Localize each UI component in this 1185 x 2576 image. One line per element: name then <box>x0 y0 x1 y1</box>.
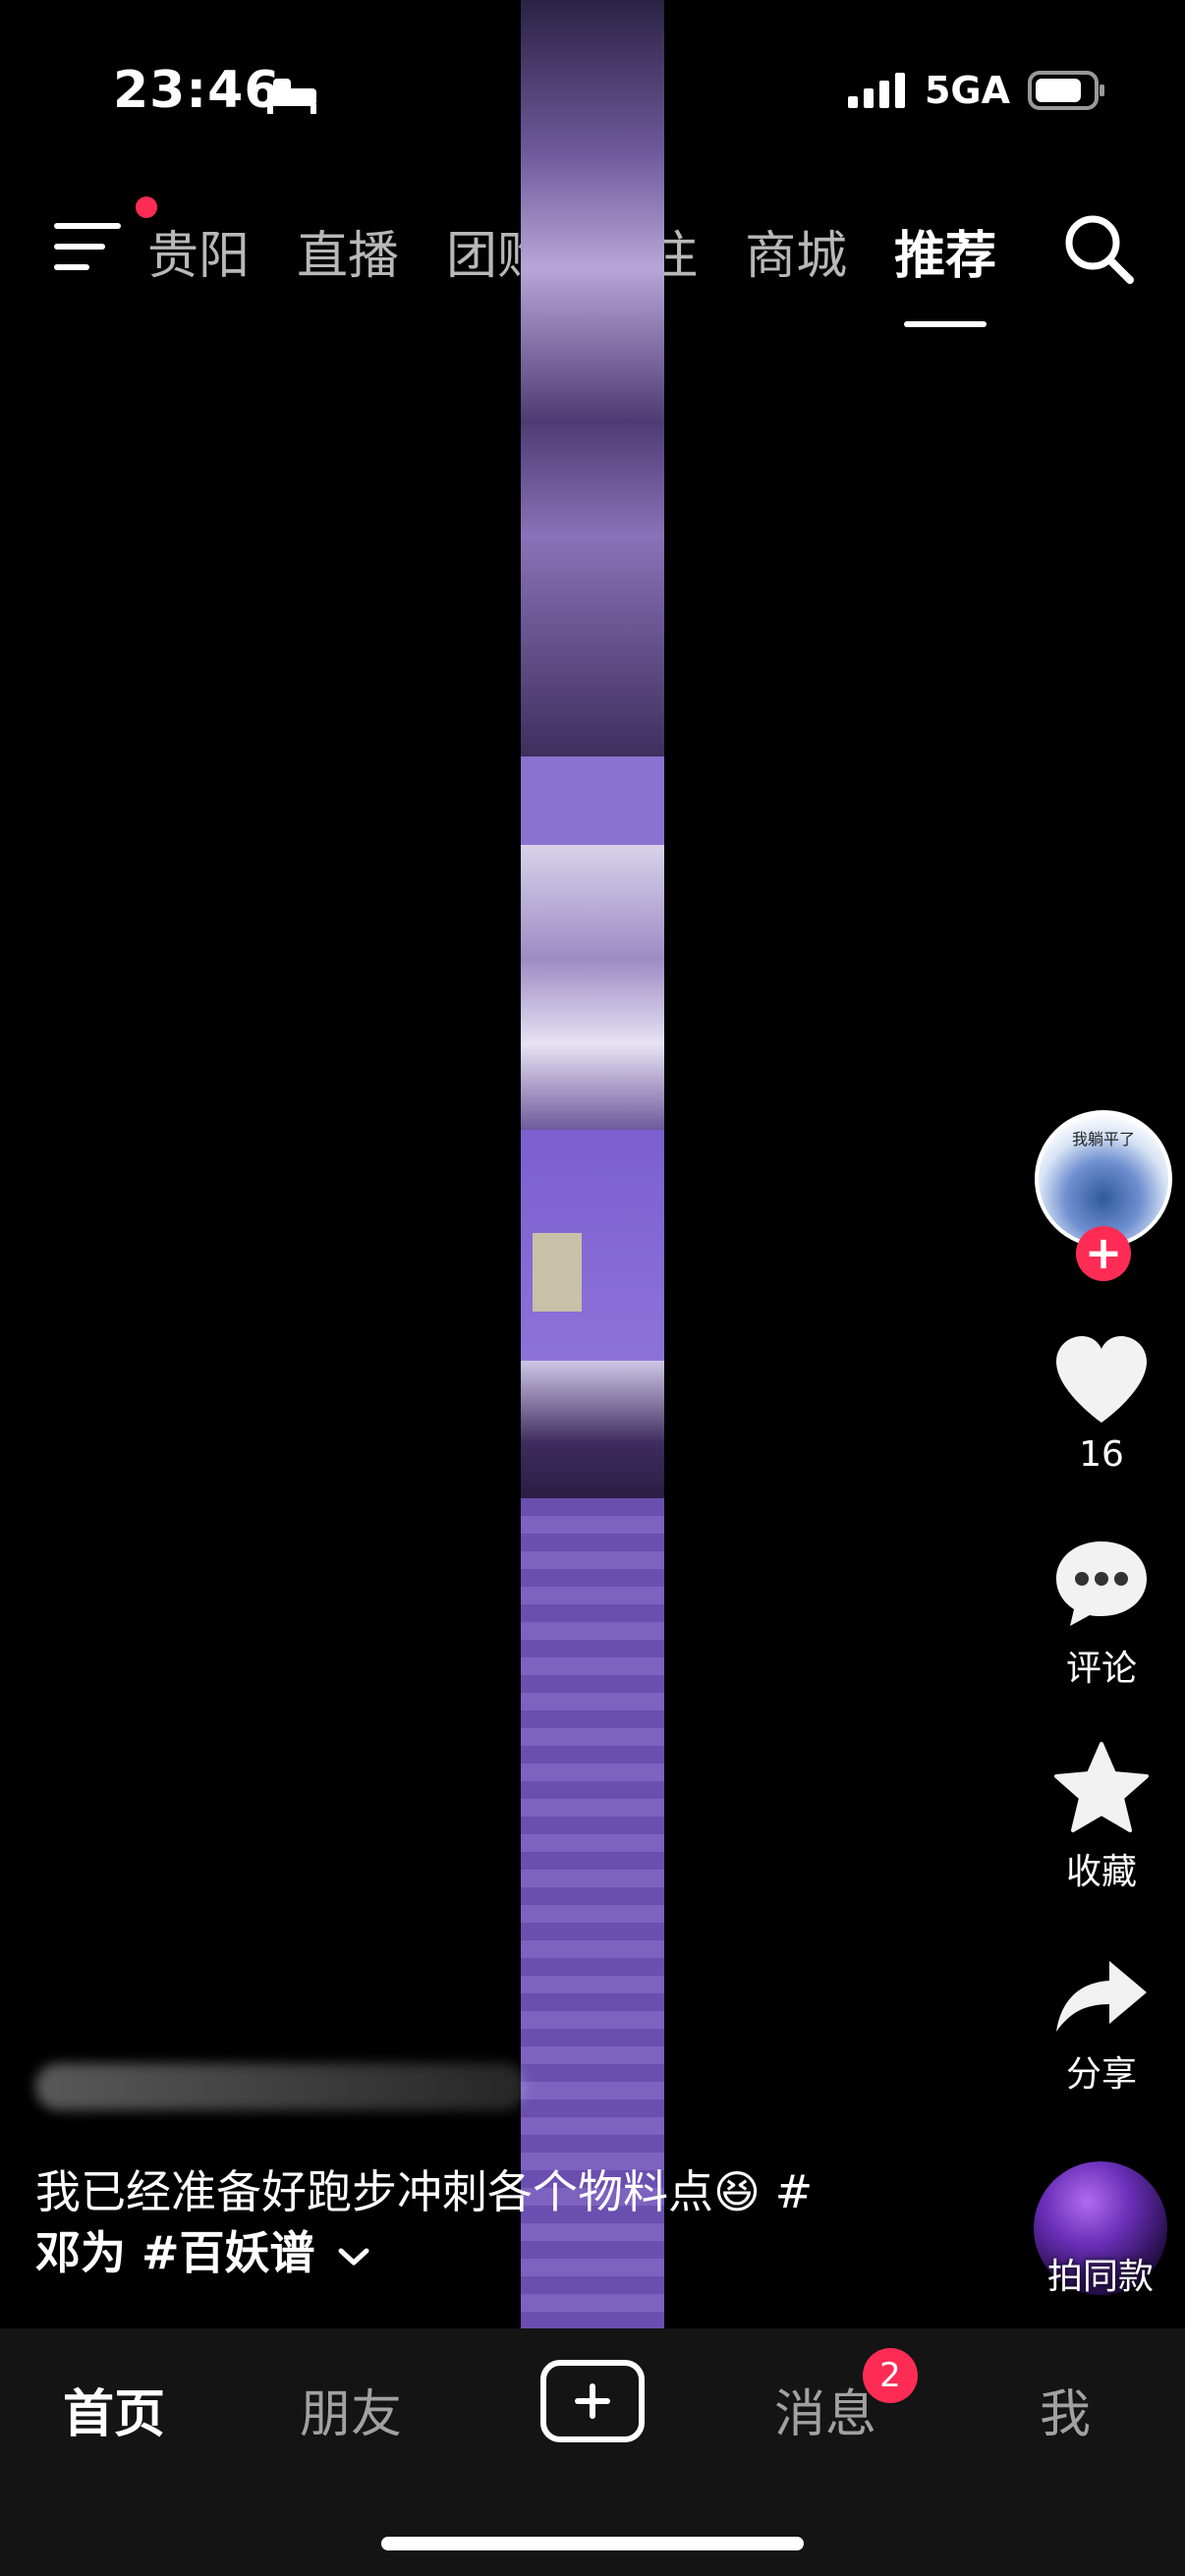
share-icon <box>1056 1961 1147 2032</box>
nav-messages[interactable]: 消息 <box>774 2373 876 2446</box>
creator-avatar-group[interactable]: 我躺平了 + <box>1030 1110 1177 1281</box>
nav-me[interactable]: 我 <box>1040 2373 1091 2446</box>
home-indicator <box>381 2537 804 2550</box>
favorite-label: 收藏 <box>1065 1852 1137 1892</box>
tab-recommend[interactable]: 推荐 <box>894 214 996 327</box>
chevron-down-icon[interactable] <box>337 2245 370 2268</box>
create-button[interactable] <box>540 2360 645 2442</box>
tab-live[interactable]: 直播 <box>297 214 399 288</box>
comment-icon <box>1056 1541 1147 1626</box>
like-button[interactable]: 16 <box>1043 1334 1160 1475</box>
search-icon[interactable] <box>1061 211 1136 286</box>
avatar-caption: 我躺平了 <box>1071 1130 1135 1148</box>
same-style-button[interactable]: 拍同款 <box>1034 2161 1167 2297</box>
caption-hashtags[interactable]: 邓为 #百妖谱 <box>35 2226 315 2279</box>
battery-icon <box>1028 71 1104 110</box>
video-poster-art-middle <box>521 845 664 1130</box>
tab-guiyang[interactable]: 贵阳 <box>147 214 250 288</box>
signal-icon <box>847 73 905 108</box>
author-name-blurred[interactable] <box>35 2063 527 2110</box>
favorite-button[interactable]: 收藏 <box>1043 1741 1160 1894</box>
messages-badge: 2 <box>863 2348 918 2403</box>
heart-icon <box>1056 1336 1147 1423</box>
same-style-label: 拍同款 <box>1046 2257 1154 2297</box>
menu-icon[interactable] <box>54 221 123 272</box>
star-icon <box>1054 1742 1149 1832</box>
nav-friends[interactable]: 朋友 <box>300 2373 402 2446</box>
caption-line-1: 我已经准备好跑步冲刺各个物料点😆 # <box>35 2165 814 2218</box>
video-poster-art-top <box>521 0 664 766</box>
nav-home[interactable]: 首页 <box>63 2373 165 2446</box>
comment-label: 评论 <box>1065 1649 1137 1689</box>
tab-mall[interactable]: 商城 <box>745 214 847 288</box>
caption-line-2: 邓为 #百妖谱 <box>35 2222 900 2283</box>
comment-button[interactable]: 评论 <box>1043 1538 1160 1691</box>
plus-icon <box>575 2383 610 2419</box>
video-thumbnail-small <box>533 1233 582 1312</box>
sleep-mode-icon <box>267 79 316 114</box>
network-label: 5GA <box>924 69 1010 112</box>
status-time: 23:46 <box>113 61 281 120</box>
status-indicators: 5GA <box>847 69 1106 112</box>
like-count: 16 <box>1079 1434 1124 1475</box>
video-section-02 <box>521 756 664 845</box>
video-caption[interactable]: 我已经准备好跑步冲刺各个物料点😆 # 邓为 #百妖谱 <box>35 2161 900 2283</box>
follow-plus-button[interactable]: + <box>1076 1226 1131 1281</box>
video-poster-art-lower <box>521 1361 664 1498</box>
share-button[interactable]: 分享 <box>1043 1957 1160 2097</box>
video-content[interactable] <box>521 0 664 2328</box>
share-label: 分享 <box>1065 2054 1137 2095</box>
